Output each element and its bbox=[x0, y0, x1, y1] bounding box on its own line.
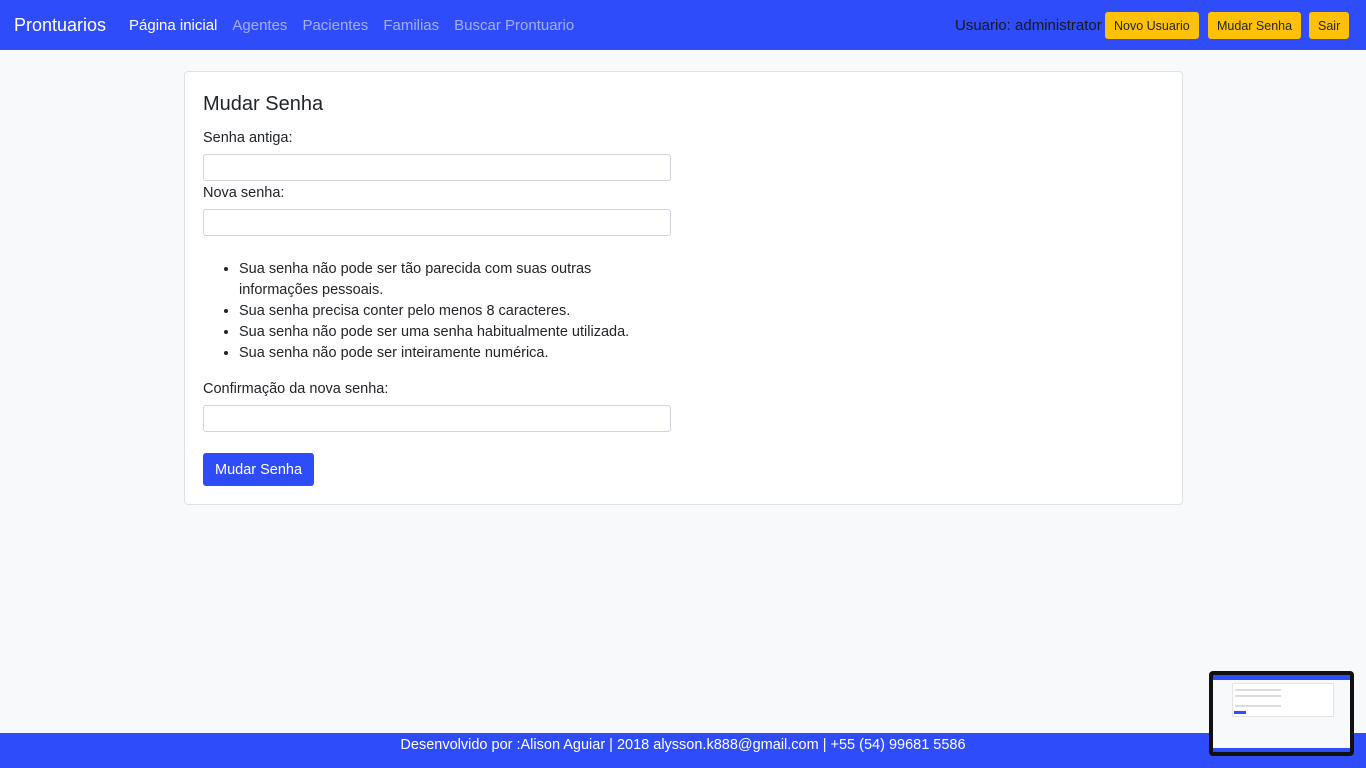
footer-text: Desenvolvido por :Alison Aguiar | 2018 a… bbox=[400, 737, 966, 753]
thumbnail-footer bbox=[1213, 748, 1350, 752]
page-title: Mudar Senha bbox=[203, 93, 324, 115]
change-password-submit-button[interactable]: Mudar Senha bbox=[203, 453, 315, 486]
logout-button[interactable]: Sair bbox=[1309, 12, 1350, 39]
top-navbar: Prontuarios Página inicial Agentes Pacie… bbox=[0, 0, 1366, 50]
thumbnail-input bbox=[1235, 705, 1281, 707]
confirm-password-label: Confirmação da nova senha: bbox=[203, 381, 389, 397]
change-password-nav-button[interactable]: Mudar Senha bbox=[1208, 12, 1302, 39]
footer: Desenvolvido por :Alison Aguiar | 2018 a… bbox=[0, 733, 1366, 768]
screen-preview-thumbnail[interactable] bbox=[1209, 671, 1354, 756]
new-password-label: Nova senha: bbox=[203, 185, 285, 201]
nav-link-agentes[interactable]: Agentes bbox=[232, 16, 287, 35]
nav-link-buscar-prontuario[interactable]: Buscar Prontuario bbox=[454, 16, 574, 35]
confirm-password-input[interactable] bbox=[203, 405, 671, 432]
password-rule: Sua senha precisa conter pelo menos 8 ca… bbox=[239, 301, 669, 322]
nav-link-pagina-inicial[interactable]: Página inicial bbox=[129, 16, 217, 35]
new-password-input[interactable] bbox=[203, 209, 671, 236]
nav-link-pacientes[interactable]: Pacientes bbox=[302, 16, 368, 35]
thumbnail-button bbox=[1234, 711, 1246, 714]
password-rule: Sua senha não pode ser tão parecida com … bbox=[239, 259, 669, 301]
thumbnail-input bbox=[1235, 695, 1281, 697]
thumbnail-input bbox=[1235, 689, 1281, 691]
new-user-button[interactable]: Novo Usuario bbox=[1105, 12, 1199, 39]
nav-link-familias[interactable]: Familias bbox=[383, 16, 439, 35]
change-password-card: Mudar Senha Senha antiga: Nova senha: Su… bbox=[184, 71, 1183, 505]
old-password-input[interactable] bbox=[203, 154, 671, 181]
brand-link[interactable]: Prontuarios bbox=[14, 14, 106, 36]
thumbnail-navbar bbox=[1213, 675, 1350, 680]
password-rules-list: Sua senha não pode ser tão parecida com … bbox=[239, 259, 669, 364]
current-user-label: Usuario: administrator bbox=[955, 17, 1102, 34]
password-rule: Sua senha não pode ser uma senha habitua… bbox=[239, 322, 669, 343]
old-password-label: Senha antiga: bbox=[203, 130, 293, 146]
nav-links: Página inicial Agentes Pacientes Familia… bbox=[129, 16, 589, 35]
password-rule: Sua senha não pode ser inteiramente numé… bbox=[239, 343, 669, 364]
thumbnail-screen bbox=[1213, 675, 1350, 752]
